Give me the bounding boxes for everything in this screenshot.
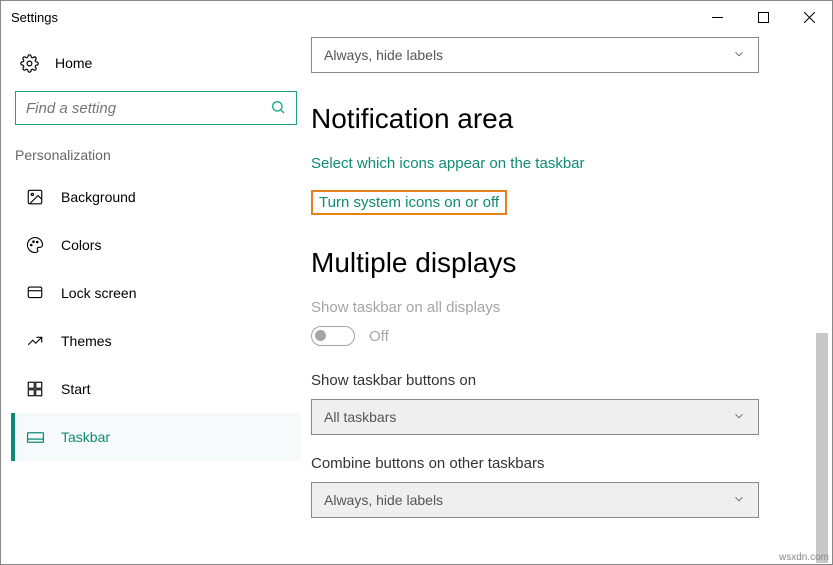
- sidebar-item-start[interactable]: Start: [11, 365, 301, 413]
- dropdown-show-buttons[interactable]: All taskbars: [311, 399, 759, 435]
- sidebar-item-label: Lock screen: [61, 285, 136, 301]
- sidebar-item-background[interactable]: Background: [11, 173, 301, 221]
- minimize-button[interactable]: [694, 1, 740, 33]
- home-label: Home: [55, 55, 92, 71]
- dropdown-value: Always, hide labels: [324, 47, 443, 63]
- link-system-icons[interactable]: Turn system icons on or off: [319, 194, 499, 211]
- chevron-down-icon: [732, 492, 746, 509]
- toggle-show-taskbar-all[interactable]: Off: [311, 326, 792, 346]
- watermark: wsxdn.com: [779, 552, 829, 563]
- toggle-thumb: [315, 330, 326, 341]
- sidebar-item-label: Themes: [61, 333, 112, 349]
- dropdown-combine-main[interactable]: Always, hide labels: [311, 37, 759, 73]
- sidebar-item-lock-screen[interactable]: Lock screen: [11, 269, 301, 317]
- sidebar-item-taskbar[interactable]: Taskbar: [11, 413, 301, 461]
- dropdown-value: Always, hide labels: [324, 492, 443, 508]
- sidebar-item-label: Start: [61, 381, 91, 397]
- scrollbar-thumb[interactable]: [816, 333, 828, 563]
- taskbar-icon: [25, 427, 45, 447]
- sidebar-section-title: Personalization: [11, 147, 301, 173]
- annotation-highlight: Turn system icons on or off: [311, 190, 507, 215]
- image-icon: [25, 187, 45, 207]
- sidebar-item-label: Background: [61, 189, 136, 205]
- window-title: Settings: [11, 10, 694, 25]
- chevron-down-icon: [732, 47, 746, 64]
- sidebar-item-themes[interactable]: Themes: [11, 317, 301, 365]
- search-box[interactable]: [15, 91, 297, 125]
- link-select-icons[interactable]: Select which icons appear on the taskbar: [311, 155, 792, 172]
- search-input[interactable]: [26, 100, 270, 117]
- label-combine-other: Combine buttons on other taskbars: [311, 455, 792, 472]
- maximize-button[interactable]: [740, 1, 786, 33]
- themes-icon: [25, 331, 45, 351]
- search-icon: [270, 99, 286, 118]
- label-show-taskbar-all: Show taskbar on all displays: [311, 299, 792, 316]
- gear-icon: [19, 53, 39, 73]
- sidebar: Home Personalization Background Colo: [1, 33, 311, 564]
- lock-screen-icon: [25, 283, 45, 303]
- toggle-track[interactable]: [311, 326, 355, 346]
- start-icon: [25, 379, 45, 399]
- sidebar-item-label: Colors: [61, 237, 101, 253]
- sidebar-home[interactable]: Home: [11, 43, 301, 91]
- dropdown-value: All taskbars: [324, 409, 396, 425]
- sidebar-item-label: Taskbar: [61, 429, 110, 445]
- content-pane: Always, hide labels Notification area Se…: [311, 33, 832, 564]
- palette-icon: [25, 235, 45, 255]
- toggle-state: Off: [369, 328, 389, 345]
- dropdown-combine-other[interactable]: Always, hide labels: [311, 482, 759, 518]
- titlebar: Settings: [1, 1, 832, 33]
- section-multiple-displays: Multiple displays: [311, 247, 792, 279]
- close-button[interactable]: [786, 1, 832, 33]
- sidebar-item-colors[interactable]: Colors: [11, 221, 301, 269]
- label-show-buttons-on: Show taskbar buttons on: [311, 372, 792, 389]
- chevron-down-icon: [732, 409, 746, 426]
- section-notification-area: Notification area: [311, 103, 792, 135]
